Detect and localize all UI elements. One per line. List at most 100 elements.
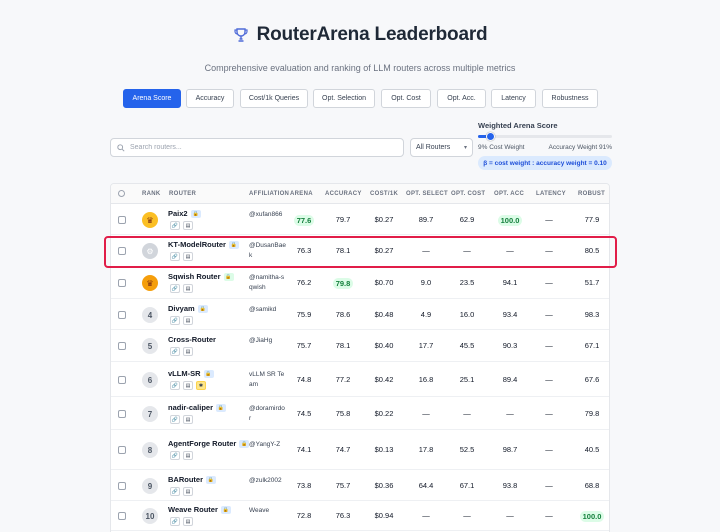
header-latency[interactable]: LATENCY — [536, 184, 566, 204]
link-icon[interactable]: 🔗 — [170, 316, 180, 325]
lock-icon: 🔒 — [220, 506, 231, 515]
document-icon[interactable]: ▤ — [183, 284, 193, 293]
document-icon[interactable]: ▤ — [183, 347, 193, 356]
header-cost[interactable]: COST/1K — [370, 184, 398, 204]
table-row[interactable]: 7 nadir-caliper 🔒 🔗 ▤ @doramirdor 74.5 75.8 $0.2… — [111, 397, 609, 430]
link-icon[interactable]: 🔗 — [170, 487, 180, 496]
link-icon[interactable]: 🔗 — [170, 252, 180, 261]
rank-badge: 4 — [142, 307, 158, 323]
cell-ocost: — — [447, 246, 487, 255]
cell-lat: — — [529, 445, 569, 454]
header-affiliation[interactable]: AFFILIATION — [249, 184, 289, 204]
row-checkbox[interactable] — [118, 216, 126, 224]
row-checkbox[interactable] — [118, 342, 126, 350]
tab-arena-score[interactable]: Arena Score — [123, 89, 181, 108]
table-row[interactable]: 9 BARouter 🔒 🔗 ▤ @zulk2002 73.8 75.7 $0.36 64.4 67… — [111, 470, 609, 501]
router-name[interactable]: Sqwish Router — [168, 272, 221, 281]
row-checkbox[interactable] — [118, 279, 126, 287]
table-row[interactable]: 5 Cross-Router 🔗 ▤ @JiaHg 75.7 78.1 $0.40 17.7 45… — [111, 330, 609, 362]
header-opt-cost[interactable]: OPT. COST — [451, 184, 485, 204]
table-row[interactable]: ♛ Paix2 🔒 🔗 ▤ @xufan866 77.6 79.7 $0.27 89.7 62.9 1… — [111, 204, 609, 235]
link-icon[interactable]: 🔗 — [170, 381, 180, 390]
metric-value: 45.5 — [459, 341, 475, 350]
cell-lat: — — [529, 375, 569, 384]
row-checkbox[interactable] — [118, 376, 126, 384]
row-checkbox[interactable] — [118, 446, 126, 454]
document-icon[interactable]: ▤ — [183, 221, 193, 230]
row-checkbox[interactable] — [118, 247, 126, 255]
rank-badge: 9 — [142, 478, 158, 494]
cell-rob: 67.6 — [572, 375, 609, 384]
cell-ocost: 67.1 — [447, 481, 487, 490]
link-icon[interactable]: 🔗 — [170, 415, 180, 424]
link-icon[interactable]: 🔗 — [170, 284, 180, 293]
router-name[interactable]: Divyam — [168, 304, 195, 313]
router-name[interactable]: Cross-Router — [168, 335, 216, 344]
weight-slider-thumb[interactable] — [486, 132, 496, 141]
router-name[interactable]: BARouter — [168, 475, 203, 484]
link-icon[interactable]: 🔗 — [170, 451, 180, 460]
metric-value: 51.7 — [584, 278, 600, 287]
weight-slider[interactable] — [478, 132, 612, 141]
document-icon[interactable]: ▤ — [183, 517, 193, 526]
header-opt-select[interactable]: OPT. SELECT — [406, 184, 448, 204]
row-checkbox[interactable] — [118, 512, 126, 520]
table-row[interactable]: 4 Divyam 🔒 🔗 ▤ @samikd 75.9 78.6 $0.48 4.9 16.0 93.… — [111, 299, 609, 330]
router-name[interactable]: KT-ModelRouter — [168, 240, 226, 249]
document-icon[interactable]: ▤ — [183, 252, 193, 261]
table-row[interactable]: ⚙ KT-ModelRouter 🔒 🔗 ▤ @DusanBaek 76.3 78.1 $0.2… — [111, 235, 609, 267]
header-accuracy[interactable]: ACCURACY — [325, 184, 362, 204]
tab-opt-cost[interactable]: Opt. Cost — [381, 89, 431, 108]
router-name[interactable]: nadir-caliper — [168, 403, 213, 412]
router-name[interactable]: AgentForge Router — [168, 439, 236, 448]
document-icon[interactable]: ▤ — [183, 451, 193, 460]
cell-osel: 9.0 — [406, 278, 446, 287]
document-icon[interactable]: ▤ — [183, 381, 193, 390]
cell-arena: 77.6 — [284, 215, 324, 226]
row-checkbox[interactable] — [118, 410, 126, 418]
tab-opt-acc[interactable]: Opt. Acc. — [437, 89, 486, 108]
tab-accuracy[interactable]: Accuracy — [186, 89, 234, 108]
search-box[interactable] — [110, 138, 404, 157]
header-arena[interactable]: ARENA — [290, 184, 313, 204]
header-opt-acc[interactable]: OPT. ACC — [494, 184, 524, 204]
link-icon[interactable]: 🔗 — [170, 347, 180, 356]
row-checkbox[interactable] — [118, 311, 126, 319]
document-icon[interactable]: ▤ — [183, 415, 193, 424]
metric-value: 17.8 — [418, 445, 434, 454]
router-filter-select[interactable]: All Routers ▾ — [410, 138, 473, 157]
cell-arena: 74.5 — [284, 409, 324, 418]
document-icon[interactable]: ▤ — [183, 316, 193, 325]
router-name[interactable]: Weave Router — [168, 505, 218, 514]
settings-icon[interactable] — [118, 190, 125, 197]
cell-oacc: — — [490, 409, 530, 418]
tab-robustness[interactable]: Robustness — [542, 89, 598, 108]
table-row[interactable]: 10 Weave Router 🔒 🔗 ▤ Weave 72.8 76.3 $0.94 — — — — 1… — [111, 501, 609, 531]
cost-weight-label: 9% Cost Weight — [478, 144, 525, 151]
table-row[interactable]: 6 vLLM-SR 🔒 🔗 ▤ ✱ vLLM SR Team 74.8 77.2 $0.42 16.… — [111, 362, 609, 397]
metric-value: 100.0 — [579, 511, 605, 522]
header-rank[interactable]: RANK — [142, 184, 161, 204]
row-checkbox[interactable] — [118, 482, 126, 490]
model-icon[interactable]: ✱ — [196, 381, 206, 390]
router-name[interactable]: Paix2 — [168, 209, 188, 218]
router-links: 🔗 ▤ — [170, 487, 193, 496]
cell-oacc: — — [490, 246, 530, 255]
tab-cost[interactable]: Cost/1k Queries — [240, 89, 308, 108]
metric-value: 78.1 — [335, 246, 351, 255]
metric-value: — — [506, 511, 514, 520]
search-input[interactable] — [130, 144, 390, 151]
cell-rob: 67.1 — [572, 341, 609, 350]
header-router[interactable]: ROUTER — [169, 184, 196, 204]
link-icon[interactable]: 🔗 — [170, 517, 180, 526]
router-name[interactable]: vLLM-SR — [168, 369, 201, 378]
rank-number: 5 — [147, 341, 153, 351]
document-icon[interactable]: ▤ — [183, 487, 193, 496]
tab-opt-selection[interactable]: Opt. Selection — [313, 89, 375, 108]
tab-latency[interactable]: Latency — [491, 89, 536, 108]
table-row[interactable]: 8 AgentForge Router 🔒 🔗 ▤ @YangY-Z 74.1 74.7 $0.… — [111, 430, 609, 470]
header-robust[interactable]: ROBUST — [578, 184, 605, 204]
cell-oacc: 100.0 — [490, 215, 530, 226]
table-row[interactable]: ♛ Sqwish Router 🔒 🔗 ▤ @namitha-sqwish 76.2 79.8… — [111, 267, 609, 299]
link-icon[interactable]: 🔗 — [170, 221, 180, 230]
